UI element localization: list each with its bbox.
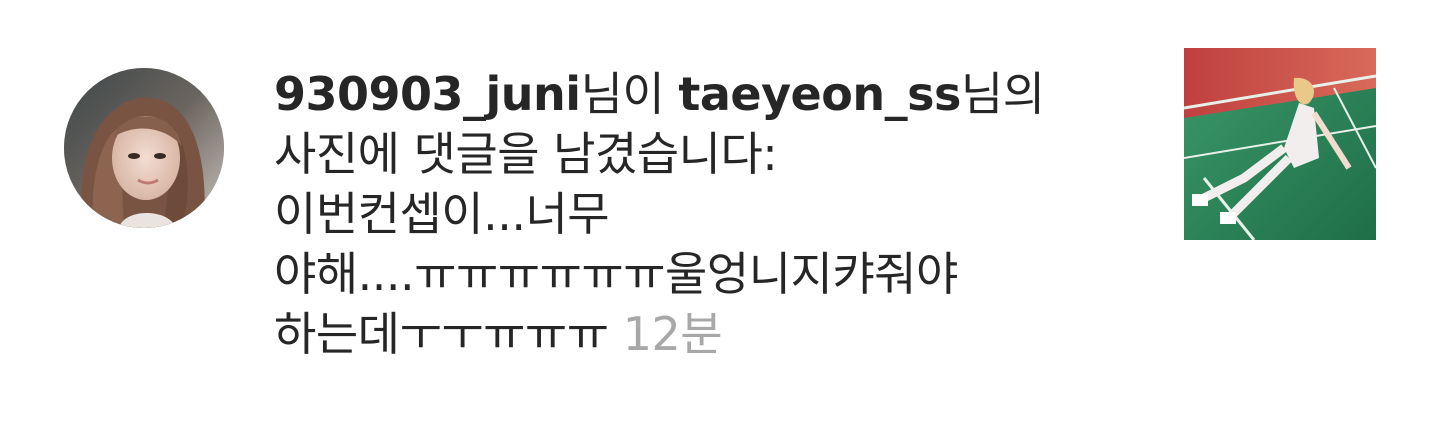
post-photo — [1184, 48, 1376, 240]
action-text: 사진에 댓글을 남겼습니다: — [274, 127, 778, 181]
notification-line-5: 하는데ㅜㅜㅠㅠㅠ 12분 — [274, 304, 1154, 364]
target-suffix: 님의 — [960, 67, 1045, 121]
timestamp: 12분 — [622, 307, 723, 361]
comment-line-3: 하는데ㅜㅜㅠㅠㅠ — [274, 307, 609, 361]
comment-line-2: 야해....ㅠㅠㅠㅠㅠㅠ울엉니지캬줘야 — [274, 247, 958, 301]
comment-line-1: 이번컨셉이...너무 — [274, 187, 610, 241]
comment-notification[interactable]: 930903_juni님이 taeyeon_ss님의 사진에 댓글을 남겼습니다… — [0, 0, 1432, 433]
actor-username[interactable]: 930903_juni — [274, 67, 581, 121]
notification-line-1: 930903_juni님이 taeyeon_ss님의 — [274, 64, 1154, 124]
actor-avatar[interactable] — [64, 68, 224, 228]
avatar-photo — [64, 68, 224, 228]
notification-text[interactable]: 930903_juni님이 taeyeon_ss님의 사진에 댓글을 남겼습니다… — [274, 64, 1154, 364]
target-username[interactable]: taeyeon_ss — [678, 67, 961, 121]
post-thumbnail[interactable] — [1184, 48, 1376, 240]
actor-suffix: 님이 — [580, 67, 679, 121]
